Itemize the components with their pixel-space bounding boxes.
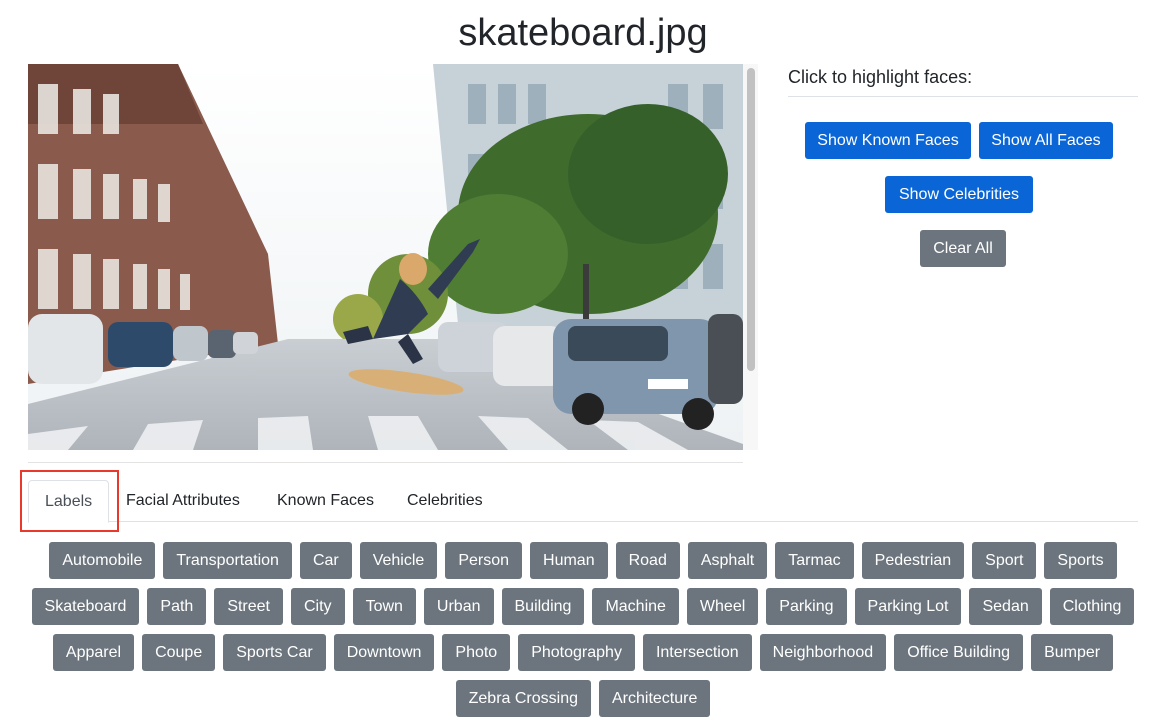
label-chip: Path <box>147 588 207 625</box>
label-chip: Sports Car <box>223 634 326 671</box>
show-celebrities-button[interactable]: Show Celebrities <box>885 176 1033 213</box>
tab-facial-attributes[interactable]: Facial Attributes <box>110 480 256 522</box>
label-chip: Photography <box>518 634 635 671</box>
tab-labels[interactable]: Labels <box>28 480 110 523</box>
label-chip: Pedestrian <box>861 542 965 579</box>
results-tabs: Labels Facial Attributes Known Faces Cel… <box>28 480 1138 523</box>
show-known-faces-button[interactable]: Show Known Faces <box>805 122 971 159</box>
tab-known-faces[interactable]: Known Faces <box>261 480 390 522</box>
label-chip: Coupe <box>142 634 216 671</box>
page-title: skateboard.jpg <box>458 12 708 54</box>
label-chip: Street <box>214 588 283 625</box>
label-chip: Parking <box>766 588 847 625</box>
label-chip: Zebra Crossing <box>455 680 591 717</box>
label-chip: Neighborhood <box>759 634 887 671</box>
label-chip: Skateboard <box>31 588 140 625</box>
label-chip: Downtown <box>333 634 435 671</box>
label-chip: Office Building <box>894 634 1024 671</box>
label-chip: Wheel <box>686 588 759 625</box>
tab-celebrities[interactable]: Celebrities <box>391 480 499 522</box>
label-chip: Asphalt <box>687 542 768 579</box>
image-scrollbar-thumb[interactable] <box>747 68 755 371</box>
label-chip: Urban <box>423 588 494 625</box>
highlight-faces-heading: Click to highlight faces: <box>788 64 1138 97</box>
label-chip: Human <box>530 542 608 579</box>
label-chip: Parking Lot <box>854 588 962 625</box>
label-chip-list: Automobile Transportation Car Vehicle Person… <box>28 542 1138 717</box>
label-chip: Clothing <box>1049 588 1135 625</box>
label-chip: Building <box>501 588 585 625</box>
label-chip: Apparel <box>52 634 135 671</box>
label-chip: Architecture <box>599 680 711 717</box>
label-chip: Town <box>352 588 416 625</box>
label-chip: Intersection <box>642 634 752 671</box>
label-chip: Automobile <box>49 542 156 579</box>
label-chip: Person <box>445 542 523 579</box>
label-chip: Tarmac <box>775 542 854 579</box>
viewer-divider <box>28 462 743 463</box>
label-chip: Transportation <box>163 542 292 579</box>
label-chip: Car <box>299 542 352 579</box>
label-chip: City <box>291 588 345 625</box>
image-viewer[interactable] <box>28 64 758 450</box>
show-all-faces-button[interactable]: Show All Faces <box>979 122 1113 159</box>
label-chip: Vehicle <box>359 542 438 579</box>
label-chip: Machine <box>592 588 679 625</box>
label-chip: Sport <box>972 542 1037 579</box>
label-chip: Sedan <box>969 588 1042 625</box>
label-chip: Sports <box>1044 542 1117 579</box>
label-chip: Photo <box>442 634 511 671</box>
label-chip: Road <box>615 542 680 579</box>
clear-all-button[interactable]: Clear All <box>920 230 1006 267</box>
skateboard-photo <box>28 64 743 450</box>
label-chip: Bumper <box>1031 634 1114 671</box>
